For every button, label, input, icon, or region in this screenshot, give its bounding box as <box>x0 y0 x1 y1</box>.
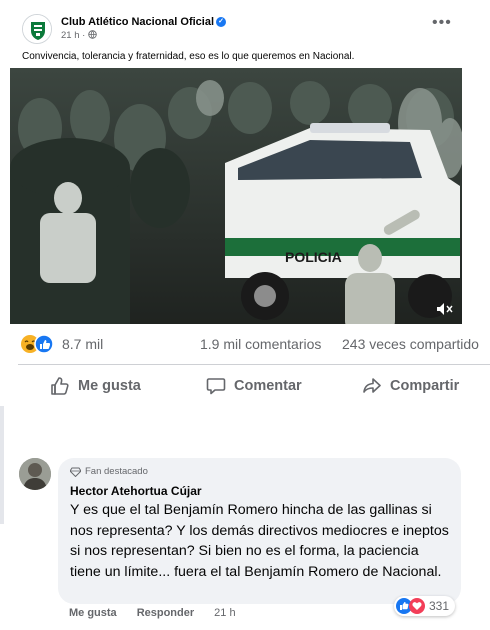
comments-count[interactable]: 1.9 mil comentarios <box>200 336 321 352</box>
post-caption: Convivencia, tolerancia y fraternidad, e… <box>22 51 355 62</box>
reaction-icons[interactable] <box>20 334 60 354</box>
diamond-icon <box>70 467 81 477</box>
reaction-count[interactable]: 8.7 mil <box>62 336 103 352</box>
post-stats: 8.7 mil 1.9 mil comentarios 243 veces co… <box>0 324 490 364</box>
verified-badge-icon: ✓ <box>216 17 227 28</box>
comment-button-label: Comentar <box>234 378 302 394</box>
top-fan-badge[interactable]: Fan destacado <box>70 466 148 477</box>
globe-icon <box>88 30 97 39</box>
comment-actions: Me gusta Responder 21 h <box>69 607 256 619</box>
page-name[interactable]: Club Atlético Nacional Oficial ✓ <box>61 16 227 28</box>
comment-like-button[interactable]: Me gusta <box>69 607 117 619</box>
commenter-avatar[interactable] <box>19 458 51 490</box>
post-timestamp[interactable]: 21 h <box>61 30 80 41</box>
comment-bubble: Fan destacado Hector Atehortua Cújar Y e… <box>58 458 461 604</box>
facebook-post-screen: Club Atlético Nacional Oficial ✓ 21 h · •… <box>0 0 490 630</box>
share-button-label: Compartir <box>390 378 460 394</box>
more-options-icon[interactable]: ••• <box>432 14 452 32</box>
like-button-label: Me gusta <box>78 378 141 394</box>
post-meta: 21 h · <box>61 30 97 41</box>
shares-count[interactable]: 243 veces compartido <box>342 336 479 352</box>
top-fan-label: Fan destacado <box>85 466 148 477</box>
comment-bubble-icon <box>206 378 226 395</box>
video-frame: POLICIA <box>10 68 462 324</box>
comment-author[interactable]: Hector Atehortua Cújar <box>70 484 202 498</box>
volume-icon[interactable] <box>436 302 454 316</box>
thumbs-up-icon <box>51 377 69 395</box>
love-reaction-icon <box>409 598 425 614</box>
nacional-crest-icon <box>23 15 51 43</box>
page-name-text[interactable]: Club Atlético Nacional Oficial <box>61 16 214 28</box>
comment-text: Y es que el tal Benjamín Romero hincha d… <box>70 502 449 580</box>
police-label: POLICIA <box>285 249 342 265</box>
divider <box>18 364 490 365</box>
person-avatar-icon <box>19 458 51 490</box>
comment-reaction-count: 331 <box>429 599 450 613</box>
post-actions: Me gusta Comentar Compartir <box>0 366 490 406</box>
comment-reactions[interactable]: 331 <box>394 596 456 616</box>
post: Club Atlético Nacional Oficial ✓ 21 h · •… <box>10 8 462 324</box>
comment-reply-button[interactable]: Responder <box>137 607 194 619</box>
comment-timestamp[interactable]: 21 h <box>214 607 235 619</box>
comment-button[interactable]: Comentar <box>206 374 302 398</box>
scroll-edge <box>0 406 4 524</box>
post-video[interactable]: POLICIA <box>10 68 462 324</box>
like-button[interactable]: Me gusta <box>50 374 141 398</box>
share-button[interactable]: Compartir <box>362 374 459 398</box>
page-avatar[interactable] <box>22 14 52 44</box>
share-arrow-icon <box>363 378 381 393</box>
